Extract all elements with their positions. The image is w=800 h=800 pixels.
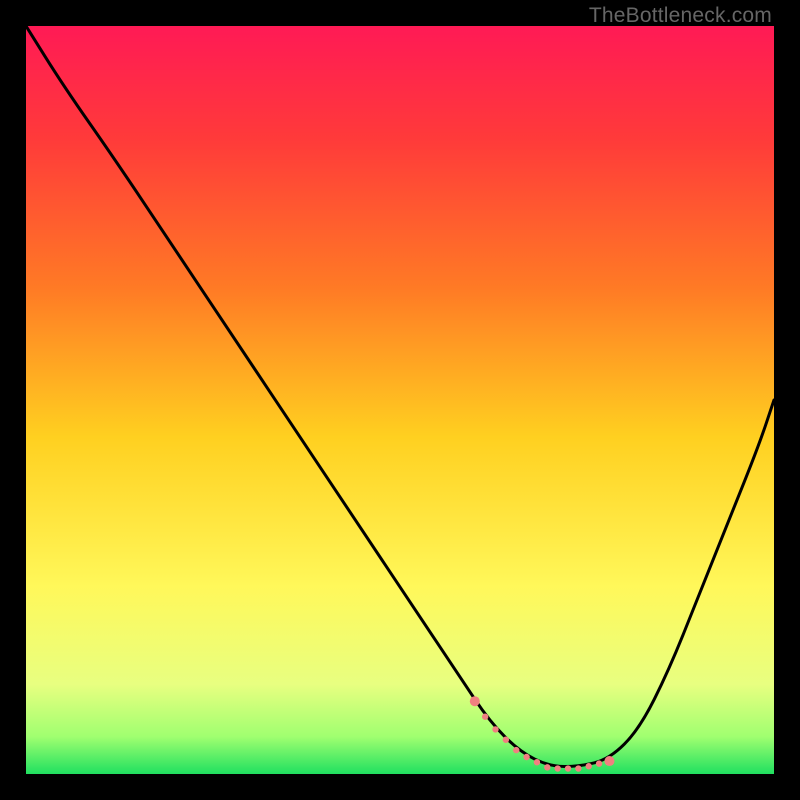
plot-area xyxy=(26,26,774,774)
attribution-text: TheBottleneck.com xyxy=(589,4,772,28)
gradient-background xyxy=(26,26,774,774)
chart-svg xyxy=(26,26,774,774)
chart-container: TheBottleneck.com xyxy=(0,0,800,800)
